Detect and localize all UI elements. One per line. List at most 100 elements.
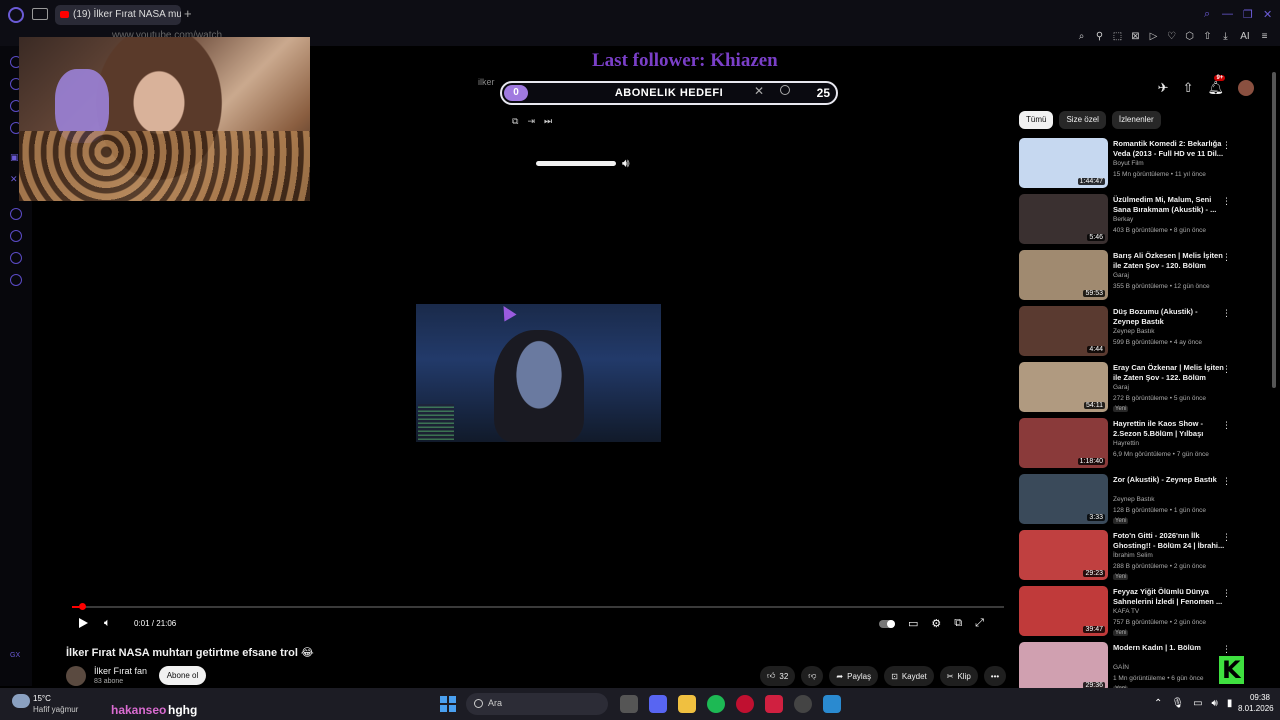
network-icon[interactable]: ▭ xyxy=(1193,698,1202,709)
zoom-icon[interactable]: ⌕ xyxy=(1076,31,1087,42)
pip-icon[interactable]: ⇥ xyxy=(527,116,535,127)
copy-icon[interactable]: ⧉ xyxy=(512,116,518,127)
kebab-menu-icon[interactable]: ⋮ xyxy=(1222,532,1231,543)
clock[interactable]: 09:38 8.01.2026 xyxy=(1238,693,1274,713)
share-icon[interactable]: ⇧ xyxy=(1202,31,1213,42)
search-tabs-icon[interactable]: ⌕ xyxy=(1204,8,1210,21)
video-thumbnail[interactable]: 59:53 xyxy=(1019,250,1108,300)
autoplay-toggle[interactable] xyxy=(879,619,895,628)
recommendation-item[interactable]: 5:46 Üzülmedim Mi, Malum, Seni Sana Bırak… xyxy=(1019,194,1241,250)
rec-channel[interactable]: Hayrettin xyxy=(1113,440,1139,447)
rec-channel[interactable]: İbrahim Selim xyxy=(1113,552,1153,559)
spotify-icon[interactable] xyxy=(707,695,725,713)
rec-title[interactable]: Romantik Komedi 2: Bekarlığa Veda (2013 … xyxy=(1113,139,1225,159)
sidebar-player-icon[interactable] xyxy=(10,208,22,220)
download-icon[interactable]: ⤓ xyxy=(1220,31,1231,42)
cast-icon[interactable]: ✈ xyxy=(1158,80,1169,96)
kebab-menu-icon[interactable]: ⋮ xyxy=(1222,644,1231,655)
save-button[interactable]: ⊡ Kaydet xyxy=(884,666,934,686)
rec-title[interactable]: Düş Bozumu (Akustik) - Zeynep Bastık xyxy=(1113,307,1225,327)
next-icon[interactable]: ⏭ xyxy=(544,116,552,127)
recommendation-item[interactable]: 1:18:40 Hayrettin ile Kaos Show - 2.Sezon… xyxy=(1019,418,1241,474)
subtitles-icon[interactable]: ▭ xyxy=(908,617,918,630)
browser-tab[interactable]: (19) İlker Fırat NASA muhta xyxy=(55,5,181,25)
video-thumbnail[interactable]: 1:44:47 xyxy=(1019,138,1108,188)
share-button[interactable]: ➦ Paylaş xyxy=(829,666,879,686)
kebab-menu-icon[interactable]: ⋮ xyxy=(1222,588,1231,599)
volume-slider[interactable] xyxy=(536,161,616,166)
menu-icon[interactable]: ≡ xyxy=(1259,31,1270,42)
task-view-icon[interactable] xyxy=(620,695,638,713)
rec-channel[interactable]: Boyut Film xyxy=(1113,160,1144,167)
account-avatar[interactable] xyxy=(1238,80,1254,96)
more-actions-button[interactable]: ••• xyxy=(983,666,1007,686)
channel-name[interactable]: İlker Fırat fan xyxy=(94,666,147,676)
video-thumbnail[interactable]: 39:47 xyxy=(1019,586,1108,636)
rec-channel[interactable]: Garaj xyxy=(1113,384,1129,391)
sidebar-x-icon[interactable]: ✕ xyxy=(10,174,18,185)
rec-channel[interactable]: Garaj xyxy=(1113,272,1129,279)
video-thumbnail[interactable]: 54:11 xyxy=(1019,362,1108,412)
rec-channel[interactable]: GAİN xyxy=(1113,664,1129,671)
pin-icon[interactable]: ⚲ xyxy=(1094,31,1105,42)
kebab-menu-icon[interactable]: ⋮ xyxy=(1222,140,1231,151)
rec-title[interactable]: Üzülmedim Mi, Malum, Seni Sana Bırakmam … xyxy=(1113,195,1225,215)
upload-icon[interactable]: ⇧ xyxy=(1183,80,1194,96)
play-icon[interactable] xyxy=(79,618,88,628)
obs-icon[interactable] xyxy=(794,695,812,713)
sidebar-gx-icon[interactable]: GX xyxy=(10,652,20,659)
mute-icon[interactable]: 🔈︎ xyxy=(104,617,111,630)
opera-gx-icon[interactable] xyxy=(736,695,754,713)
heart-icon[interactable]: ♡ xyxy=(1166,31,1177,42)
ai-button[interactable]: AI xyxy=(1238,31,1252,42)
channel-avatar[interactable] xyxy=(66,666,86,686)
video-thumbnail[interactable]: 4:44 xyxy=(1019,306,1108,356)
chevron-up-icon[interactable]: ⌃ xyxy=(1154,698,1162,709)
recommendation-item[interactable]: 29:23 Foto'n Gitti - 2026'nın İlk Ghostin… xyxy=(1019,530,1241,586)
video-thumbnail[interactable]: 29:23 xyxy=(1019,530,1108,580)
rec-channel[interactable]: Zeynep Bastık xyxy=(1113,328,1155,335)
miniplayer-icon[interactable]: ⧉ xyxy=(954,617,962,630)
microphone-icon[interactable]: 🎙︎ xyxy=(1171,698,1184,709)
video-thumbnail[interactable]: 1:18:40 xyxy=(1019,418,1108,468)
sidebar-history-icon[interactable] xyxy=(10,230,22,242)
rec-title[interactable]: Modern Kadın | 1. Bölüm xyxy=(1113,643,1225,653)
gear-icon[interactable]: ⚙ xyxy=(931,617,941,630)
weather-icon[interactable] xyxy=(12,694,30,708)
close-button[interactable]: ✕ xyxy=(1263,8,1272,21)
rec-title[interactable]: Barış Ali Özkesen | Melis İşiten ile Zat… xyxy=(1113,251,1225,271)
opera-logo-icon[interactable] xyxy=(8,7,24,23)
sidebar-settings-icon[interactable] xyxy=(10,274,22,286)
video-thumbnail[interactable]: 29:36 xyxy=(1019,642,1108,692)
kebab-menu-icon[interactable]: ⋮ xyxy=(1222,476,1231,487)
rec-title[interactable]: Eray Can Özkenar | Melis İşiten ile Zate… xyxy=(1113,363,1225,383)
recommendation-item[interactable]: 54:11 Eray Can Özkenar | Melis İşiten ile… xyxy=(1019,362,1241,418)
progress-bar[interactable] xyxy=(72,603,1004,610)
page-scrollbar[interactable] xyxy=(1272,72,1276,388)
chip-watched[interactable]: İzlenenler xyxy=(1111,111,1161,129)
kebab-menu-icon[interactable]: ⋮ xyxy=(1222,196,1231,207)
rec-title[interactable]: Hayrettin ile Kaos Show - 2.Sezon 5.Bölü… xyxy=(1113,419,1225,439)
recommendation-item[interactable]: 3:33 Zor (Akustik) - Zeynep Bastık Zeynep … xyxy=(1019,474,1241,530)
video-thumbnail[interactable]: 5:46 xyxy=(1019,194,1108,244)
recommendation-item[interactable]: 39:47 Feyyaz Yiğit Ölümlü Dünya Sahneleri… xyxy=(1019,586,1241,642)
sidebar-twitch-icon[interactable]: ▣ xyxy=(10,152,19,163)
kebab-menu-icon[interactable]: ⋮ xyxy=(1222,364,1231,375)
rec-channel[interactable]: KAFA TV xyxy=(1113,608,1139,615)
recommendation-item[interactable]: 4:44 Düş Bozumu (Akustik) - Zeynep Bastık… xyxy=(1019,306,1241,362)
windows-start-icon[interactable] xyxy=(440,696,456,712)
video-thumbnail[interactable]: 3:33 xyxy=(1019,474,1108,524)
rec-title[interactable]: Feyyaz Yiğit Ölümlü Dünya Sahnelerini İz… xyxy=(1113,587,1225,607)
chip-for-you[interactable]: Size özel xyxy=(1059,111,1106,129)
maximize-button[interactable]: ❐ xyxy=(1243,8,1253,21)
volume-icon[interactable]: 🔊︎ xyxy=(622,156,630,171)
recommendation-item[interactable]: 59:53 Barış Ali Özkesen | Melis İşiten il… xyxy=(1019,250,1241,306)
kebab-menu-icon[interactable]: ⋮ xyxy=(1222,420,1231,431)
like-button[interactable]: 👍︎ 32 xyxy=(760,666,796,686)
new-tab-button[interactable]: + xyxy=(184,6,192,21)
recommendation-item[interactable]: 1:44:47 Romantik Komedi 2: Bekarlığa Veda… xyxy=(1019,138,1241,194)
chip-all[interactable]: Tümü xyxy=(1019,111,1054,129)
snapshot-icon[interactable]: ⬚ xyxy=(1112,31,1123,42)
app-blue-icon[interactable] xyxy=(823,695,841,713)
volume-tray-icon[interactable]: 🔊︎ xyxy=(1212,698,1218,709)
